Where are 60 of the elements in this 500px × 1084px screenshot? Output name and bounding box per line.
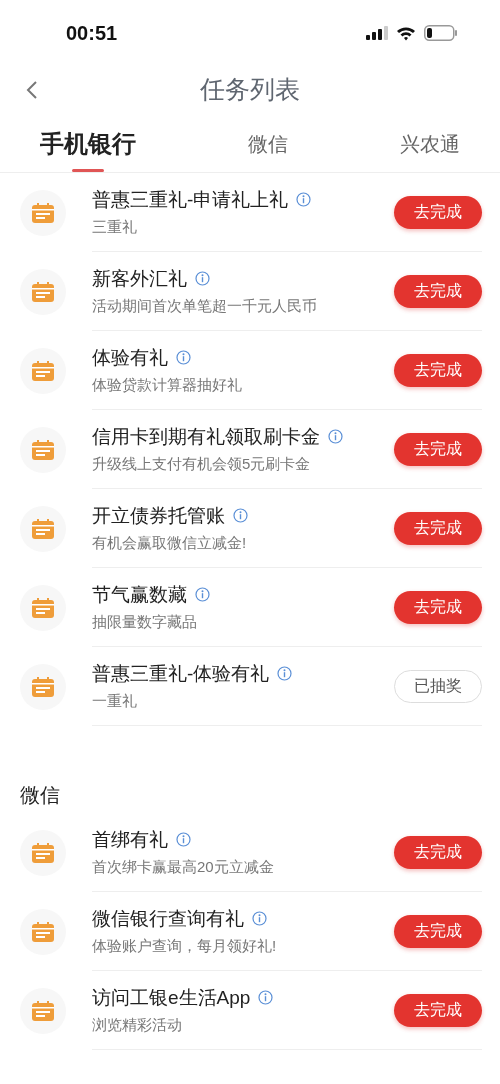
- calendar-icon: [20, 584, 66, 631]
- calendar-icon: [20, 268, 66, 315]
- info-icon[interactable]: [296, 192, 312, 208]
- task-description: 体验贷款计算器抽好礼: [92, 375, 243, 395]
- task-title: 节气赢数藏: [92, 582, 187, 607]
- go-complete-button[interactable]: 去完成: [394, 835, 482, 869]
- go-complete-button[interactable]: 去完成: [394, 590, 482, 624]
- calendar-icon: [20, 505, 66, 552]
- info-icon[interactable]: [252, 911, 267, 927]
- task-title: 首绑有礼: [92, 827, 168, 852]
- tab[interactable]: 兴农通: [400, 122, 460, 172]
- task-title: 开立债券托管账: [92, 503, 225, 528]
- task-description: 首次绑卡赢最高20元立减金: [92, 857, 275, 877]
- info-icon[interactable]: [277, 666, 293, 682]
- info-icon[interactable]: [195, 587, 210, 603]
- go-complete-button[interactable]: 去完成: [394, 993, 482, 1027]
- task-description: 浏览精彩活动: [92, 1015, 183, 1035]
- task-title: 普惠三重礼-体验有礼: [92, 661, 270, 686]
- task-description: 三重礼: [92, 217, 138, 237]
- go-complete-button[interactable]: 去完成: [394, 274, 482, 308]
- status-time: 00:51: [66, 21, 118, 46]
- go-complete-button[interactable]: 去完成: [394, 511, 482, 545]
- section-heading: 微信: [20, 783, 60, 808]
- go-complete-button[interactable]: 去完成: [394, 432, 482, 466]
- task-title: 普惠三重礼-申请礼上礼: [92, 187, 289, 212]
- battery-icon: [424, 25, 458, 41]
- info-icon[interactable]: [258, 990, 274, 1006]
- task-title: 新客外汇礼: [92, 266, 187, 291]
- page-title: 任务列表: [200, 74, 300, 106]
- calendar-icon: [20, 189, 66, 236]
- wifi-icon: [396, 25, 416, 41]
- task-title: 微信银行查询有礼: [92, 906, 244, 931]
- info-icon[interactable]: [233, 508, 248, 524]
- info-icon[interactable]: [176, 350, 191, 366]
- info-icon[interactable]: [176, 832, 191, 848]
- task-description: 有机会赢取微信立减金!: [92, 533, 248, 553]
- calendar-icon: [20, 426, 66, 473]
- task-description: 活动期间首次单笔超一千元人民币: [92, 296, 318, 316]
- info-icon[interactable]: [328, 429, 343, 445]
- task-title: 信用卡到期有礼领取刷卡金: [92, 424, 320, 449]
- task-description: 体验账户查询，每月领好礼!: [92, 936, 278, 956]
- task-title: 访问工银e生活App: [92, 985, 251, 1010]
- go-complete-button[interactable]: 去完成: [394, 353, 482, 387]
- go-complete-button[interactable]: 去完成: [394, 195, 482, 229]
- task-title: 体验有礼: [92, 345, 168, 370]
- signal-icon: [366, 26, 388, 40]
- calendar-icon: [20, 987, 66, 1034]
- calendar-icon: [20, 908, 66, 955]
- calendar-icon: [20, 663, 66, 710]
- tab[interactable]: 微信: [248, 122, 288, 172]
- tab[interactable]: 手机银行: [40, 122, 136, 172]
- back-icon[interactable]: [26, 80, 38, 100]
- info-icon[interactable]: [195, 271, 210, 287]
- calendar-icon: [20, 347, 66, 394]
- task-description: 升级线上支付有机会领5元刷卡金: [92, 454, 312, 474]
- calendar-icon: [20, 829, 66, 876]
- status-button[interactable]: 已抽奖: [394, 669, 482, 703]
- go-complete-button[interactable]: 去完成: [394, 914, 482, 948]
- task-description: 一重礼: [92, 691, 138, 711]
- task-description: 抽限量数字藏品: [92, 612, 198, 632]
